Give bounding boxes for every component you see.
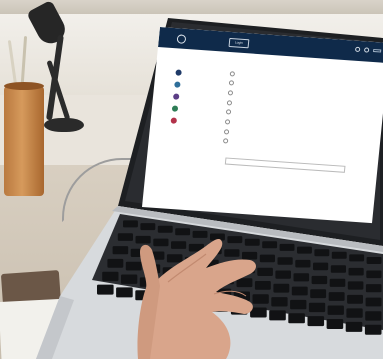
typing-hand <box>137 239 256 359</box>
photo-scene: Login <box>0 0 383 359</box>
